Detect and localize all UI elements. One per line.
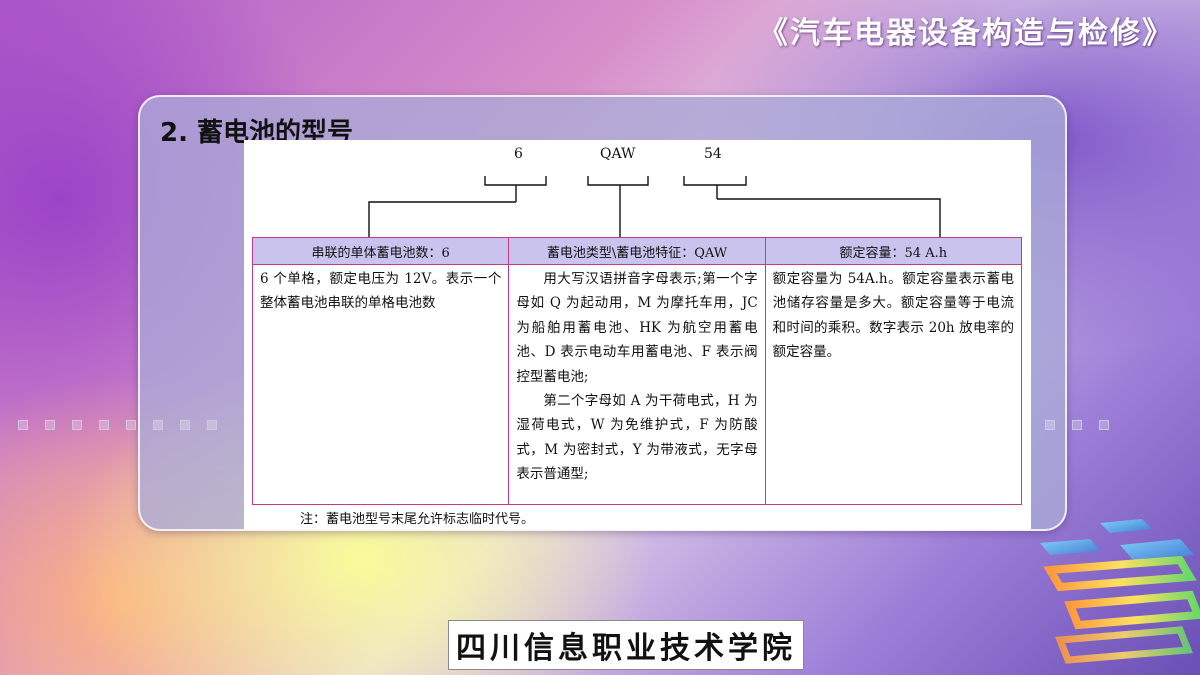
- school-logo: 四川信息职业技术学院: [448, 620, 804, 670]
- code-bracket-lines: [368, 176, 941, 237]
- header-cell-count: 串联的单体蓄电池数：6: [251, 237, 510, 265]
- model-note: 注：蓄电池型号末尾允许标志临时代号。: [300, 512, 535, 527]
- header-battery-type: 蓄电池类型\蓄电池特征：QAW: [508, 237, 766, 265]
- cell-count-description: 6 个单格，额定电压为 12V。表示一个整体蓄电池串联的单格电池数: [251, 264, 510, 505]
- battery-type-first-letter: 用大写汉语拼音字母表示;第一个字母如 Q 为起动用，M 为摩托车用，JC 为船舶…: [516, 271, 758, 385]
- header-rated-capacity: 额定容量：54 A.h: [764, 237, 1023, 265]
- course-title: 《汽车电器设备构造与检修》: [758, 16, 1174, 51]
- battery-type-second-letter: 第二个字母如 A 为干荷电式，H 为湿荷电式，W 为免维护式，F 为防酸式，M …: [516, 393, 758, 483]
- battery-model-document: 6 QAW 54 串联的单体蓄电池数：6 蓄电池类型\蓄电池特征：QAW 额定容…: [244, 140, 1031, 530]
- left-dot-decoration: [18, 420, 217, 430]
- rated-capacity-description: 额定容量为 54A.h。额定容量表示蓄电池储存容量是多大。额定容量等于电流和时间…: [764, 264, 1023, 505]
- battery-model-table: 串联的单体蓄电池数：6 蓄电池类型\蓄电池特征：QAW 额定容量：54 A.h …: [251, 237, 1023, 505]
- right-dot-decoration: [1045, 420, 1109, 430]
- decorative-cubes: [1040, 519, 1200, 664]
- battery-type-description: 用大写汉语拼音字母表示;第一个字母如 Q 为起动用，M 为摩托车用，JC 为船舶…: [508, 264, 766, 505]
